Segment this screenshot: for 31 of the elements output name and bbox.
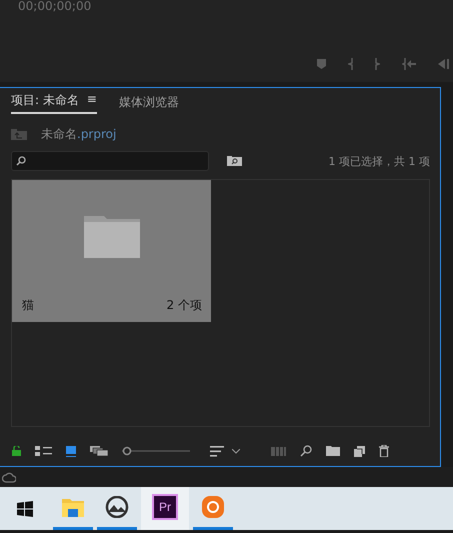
folder-icon bbox=[62, 497, 84, 517]
taskbar-app[interactable]: Pr bbox=[141, 487, 189, 530]
item-count: 2 个项 bbox=[166, 297, 202, 314]
new-bin-icon[interactable] bbox=[326, 446, 340, 456]
icon-view-icon[interactable] bbox=[66, 446, 76, 456]
trash-icon[interactable] bbox=[379, 445, 389, 457]
list-view-icon[interactable] bbox=[35, 446, 52, 456]
sort-icon[interactable] bbox=[210, 446, 224, 456]
bin-name: 猫 bbox=[22, 297, 34, 314]
ring-app-icon bbox=[201, 495, 225, 519]
mountain-icon bbox=[105, 496, 129, 518]
search-icon bbox=[16, 156, 26, 166]
creative-cloud-icon[interactable] bbox=[2, 472, 16, 482]
marker-icon[interactable] bbox=[317, 59, 326, 69]
freeform-view-icon[interactable] bbox=[90, 446, 108, 456]
zoom-slider[interactable] bbox=[122, 446, 190, 456]
new-item-icon[interactable] bbox=[354, 446, 365, 456]
windows-icon bbox=[16, 500, 32, 516]
search-field[interactable] bbox=[11, 151, 209, 171]
timecode: 00;00;00;00 bbox=[18, 0, 92, 12]
chevron-down-icon[interactable] bbox=[232, 448, 240, 454]
find-folder-icon[interactable] bbox=[227, 156, 242, 166]
bin-tile[interactable]: 猫 2 个项 bbox=[12, 180, 211, 322]
panel-tab[interactable]: 媒体浏览器 bbox=[118, 94, 179, 114]
panel-tab[interactable]: 项目: 未命名 ≡ bbox=[11, 92, 97, 114]
project-file-name: 未命名.prproj bbox=[41, 126, 116, 143]
premiere-icon: Pr bbox=[152, 494, 178, 520]
lock-icon[interactable] bbox=[12, 446, 21, 456]
selection-count: 1 项已选择，共 1 项 bbox=[328, 154, 430, 168]
search-icon[interactable] bbox=[300, 445, 312, 457]
folder-icon bbox=[84, 216, 140, 258]
